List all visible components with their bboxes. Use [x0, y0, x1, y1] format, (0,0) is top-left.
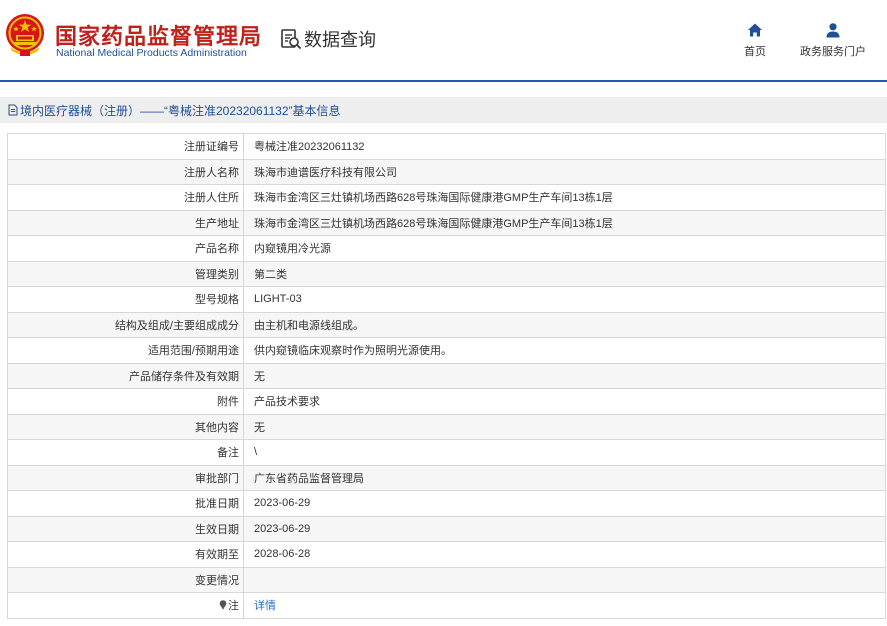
table-row: 其他内容无 — [7, 413, 886, 440]
logo-english-title: National Medical Products Administration — [56, 47, 247, 59]
header-divider — [0, 80, 887, 82]
field-label: 变更情况 — [7, 566, 244, 593]
field-label: 生产地址 — [7, 209, 244, 236]
field-value: 2028-06-28 — [243, 541, 886, 568]
table-row: 生效日期 2023-06-29 — [7, 515, 886, 542]
field-label: 批准日期 — [7, 490, 244, 517]
field-value: 无 — [243, 413, 886, 440]
field-label: 审批部门 — [7, 464, 244, 491]
field-label: 适用范围/预期用途 — [7, 337, 244, 364]
document-search-icon — [281, 29, 302, 50]
field-value: LIGHT-03 — [243, 286, 886, 313]
table-row: 注册人名称 珠海市迪谱医疗科技有限公司 — [7, 158, 886, 185]
field-value — [243, 566, 886, 593]
field-label: 生效日期 — [7, 515, 244, 542]
device-info-table: 注册证编号 粤械注准20232061132 注册人名称 珠海市迪谱医疗科技有限公司 … — [7, 133, 886, 619]
field-value: 无 — [243, 362, 886, 389]
field-label: 产品储存条件及有效期 — [7, 362, 244, 389]
table-row: 变更情况 — [7, 566, 886, 593]
nav-home-label: 首页 — [744, 46, 766, 58]
data-query-section: 数据查询 — [280, 28, 376, 50]
field-value: 由主机和电源线组成。 — [243, 311, 886, 338]
table-row: 产品名称 内窥镜用冷光源 — [7, 235, 886, 262]
field-label: 其他内容 — [7, 413, 244, 440]
table-row: 审批部门 广东省药品监督管理局 — [7, 464, 886, 491]
data-query-title: 数据查询 — [304, 30, 376, 50]
field-value: 2023-06-29 — [243, 490, 886, 517]
field-label: 型号规格 — [7, 286, 244, 313]
user-icon — [826, 23, 840, 38]
note-label: 注 — [228, 600, 239, 613]
table-row: 管理类别 第二类 — [7, 260, 886, 287]
table-row: 有效期至 2028-06-28 — [7, 541, 886, 568]
field-label: 产品名称 — [7, 235, 244, 262]
table-row: 备注 \ — [7, 439, 886, 466]
field-label: 附件 — [7, 388, 244, 415]
field-value: 粤械注准20232061132 — [243, 133, 886, 160]
table-row: 注册人住所 珠海市金湾区三灶镇机场西路628号珠海国际健康港GMP生产车间13栋1… — [7, 184, 886, 211]
table-row: 适用范围/预期用途 供内窥镜临床观察时作为照明光源使用。 — [7, 337, 886, 364]
field-value: 内窥镜用冷光源 — [243, 235, 886, 262]
field-value: 珠海市金湾区三灶镇机场西路628号珠海国际健康港GMP生产车间13栋1层 — [243, 209, 886, 236]
nav-service-portal-link[interactable]: 政务服务门户 — [800, 22, 866, 59]
field-value: 广东省药品监督管理局 — [243, 464, 886, 491]
table-row: 型号规格 LIGHT-03 — [7, 286, 886, 313]
note-label-cell: 注 — [7, 592, 244, 619]
field-value: \ — [243, 439, 886, 466]
table-row-note: 注 详情 — [7, 592, 886, 619]
table-row: 注册证编号 粤械注准20232061132 — [7, 133, 886, 160]
field-label: 结构及组成/主要组成成分 — [7, 311, 244, 338]
field-label: 注册证编号 — [7, 133, 244, 160]
field-value: 珠海市金湾区三灶镇机场西路628号珠海国际健康港GMP生产车间13栋1层 — [243, 184, 886, 211]
field-value: 供内窥镜临床观察时作为照明光源使用。 — [243, 337, 886, 364]
field-value: 第二类 — [243, 260, 886, 287]
pin-icon — [219, 600, 227, 611]
field-label: 管理类别 — [7, 260, 244, 287]
table-row: 附件 产品技术要求 — [7, 388, 886, 415]
details-link[interactable]: 详情 — [254, 600, 276, 612]
breadcrumb-text: 境内医疗器械（注册）——“粤械注准20232061132”基本信息 — [20, 103, 341, 118]
document-icon — [8, 104, 18, 116]
national-emblem-icon — [6, 14, 44, 56]
table-row: 批准日期 2023-06-29 — [7, 490, 886, 517]
breadcrumb: 境内医疗器械（注册）——“粤械注准20232061132”基本信息 — [0, 97, 887, 123]
home-icon — [748, 23, 762, 37]
field-value: 产品技术要求 — [243, 388, 886, 415]
field-label: 注册人住所 — [7, 184, 244, 211]
site-header: 国家药品监督管理局 National Medical Products Admi… — [0, 0, 887, 80]
table-row: 产品储存条件及有效期无 — [7, 362, 886, 389]
field-label: 备注 — [7, 439, 244, 466]
table-row: 结构及组成/主要组成成分 由主机和电源线组成。 — [7, 311, 886, 338]
field-value: 2023-06-29 — [243, 515, 886, 542]
nav-service-portal-label: 政务服务门户 — [800, 46, 866, 58]
field-label: 注册人名称 — [7, 158, 244, 185]
note-value-cell: 详情 — [243, 592, 886, 619]
field-label: 有效期至 — [7, 541, 244, 568]
field-value: 珠海市迪谱医疗科技有限公司 — [243, 158, 886, 185]
nav-home-link[interactable]: 首页 — [744, 22, 766, 59]
table-row: 生产地址 珠海市金湾区三灶镇机场西路628号珠海国际健康港GMP生产车间13栋1层 — [7, 209, 886, 236]
